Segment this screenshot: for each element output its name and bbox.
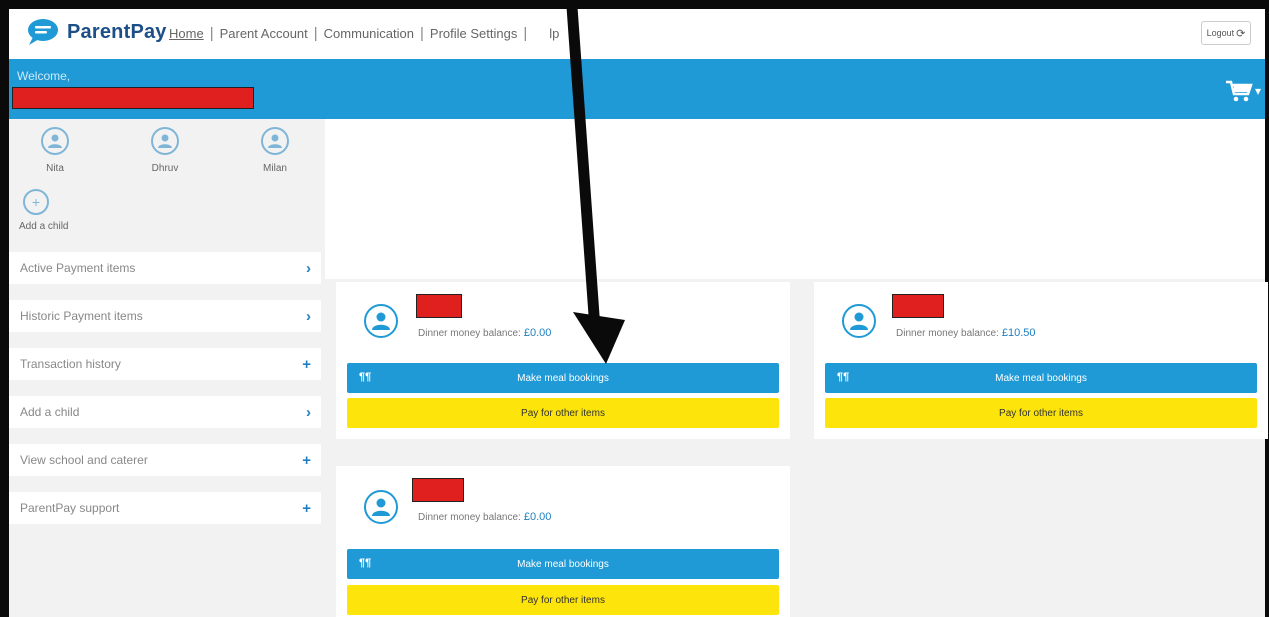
dinner-money-balance: Dinner money balance: £0.00 — [418, 511, 551, 523]
avatar — [151, 127, 179, 155]
top-navbar: ParentPay Home | Parent Account | Commun… — [9, 9, 1265, 59]
dinner-money-balance: Dinner money balance: £10.50 — [896, 327, 1036, 339]
menu-label: View school and caterer — [20, 453, 148, 467]
menu-label: Active Payment items — [20, 261, 136, 275]
menu-active-payment-items[interactable]: Active Payment items › — [9, 252, 321, 284]
shopping-cart-icon — [1225, 80, 1253, 102]
screenshot-frame-top — [0, 0, 1269, 9]
pay-for-other-items-button[interactable]: Pay for other items — [347, 398, 779, 428]
menu-parentpay-support[interactable]: ParentPay support + — [9, 492, 321, 524]
user-icon — [372, 498, 390, 516]
nav-home[interactable]: Home — [169, 26, 204, 41]
child-card: Dinner money balance: £0.00 ¶¶ Make meal … — [336, 466, 790, 617]
brand-name: ParentPay — [67, 20, 167, 43]
pay-for-other-items-button[interactable]: Pay for other items — [825, 398, 1257, 428]
cutlery-icon: ¶¶ — [837, 371, 850, 383]
user-icon — [48, 134, 62, 148]
logout-icon: ⟳ — [1236, 27, 1246, 40]
button-label: Pay for other items — [521, 407, 605, 419]
cutlery-icon: ¶¶ — [359, 371, 372, 383]
balance-amount: £10.50 — [1001, 327, 1036, 339]
plus-icon: + — [302, 499, 311, 517]
user-icon — [158, 134, 172, 148]
avatar — [261, 127, 289, 155]
main-content: Nita Dhruv Milan + Add a child Active Pa… — [9, 119, 1268, 617]
menu-label: Add a child — [20, 405, 80, 419]
menu-label: ParentPay support — [20, 501, 120, 515]
add-child-label: Add a child — [19, 221, 69, 232]
child-nita[interactable]: Nita — [25, 127, 85, 174]
balance-amount: £0.00 — [523, 511, 552, 523]
parentpay-logo[interactable]: ParentPay — [25, 17, 167, 47]
logout-label: Logout — [1206, 28, 1235, 38]
screenshot-frame-left — [0, 0, 9, 617]
chevron-right-icon: › — [306, 307, 311, 325]
child-name: Dhruv — [151, 163, 179, 174]
nav-profile-settings[interactable]: Profile Settings — [430, 26, 517, 41]
child-card: Dinner money balance: £10.50 ¶¶ Make meal… — [814, 282, 1268, 439]
button-label: Make meal bookings — [995, 372, 1087, 384]
add-child-shortcut[interactable]: + Add a child — [19, 189, 68, 232]
nav-help[interactable]: lp — [549, 26, 559, 41]
balance-label: Dinner money balance: — [896, 328, 999, 339]
redacted-child-name — [412, 478, 464, 502]
menu-transaction-history[interactable]: Transaction history + — [9, 348, 321, 380]
avatar — [842, 304, 876, 338]
nav-separator: | — [523, 25, 528, 42]
dinner-money-balance: Dinner money balance: £0.00 — [418, 327, 551, 339]
balance-label: Dinner money balance: — [418, 328, 521, 339]
menu-view-school-and-caterer[interactable]: View school and caterer + — [9, 444, 321, 476]
user-icon — [268, 134, 282, 148]
menu-historic-payment-items[interactable]: Historic Payment items › — [9, 300, 321, 332]
child-dhruv[interactable]: Dhruv — [135, 127, 195, 174]
button-label: Pay for other items — [999, 407, 1083, 419]
user-icon — [372, 312, 390, 330]
main-nav: Home | Parent Account | Communication | … — [169, 25, 559, 42]
child-milan[interactable]: Milan — [245, 127, 305, 174]
nav-communication[interactable]: Communication — [324, 26, 414, 41]
basket-button[interactable]: ▾ — [1225, 79, 1261, 103]
logout-button[interactable]: Logout ⟳ — [1201, 21, 1251, 45]
user-icon — [850, 312, 868, 330]
chevron-right-icon: › — [306, 259, 311, 277]
child-card: Dinner money balance: £0.00 ¶¶ Make meal … — [336, 282, 790, 439]
speech-bubble-logo-icon — [28, 19, 58, 45]
nav-separator: | — [209, 25, 214, 42]
avatar — [364, 490, 398, 524]
plus-icon: + — [302, 451, 311, 469]
menu-label: Historic Payment items — [20, 309, 143, 323]
make-meal-bookings-button[interactable]: ¶¶ Make meal bookings — [347, 549, 779, 579]
balance-label: Dinner money balance: — [418, 512, 521, 523]
menu-add-a-child[interactable]: Add a child › — [9, 396, 321, 428]
button-label: Make meal bookings — [517, 558, 609, 570]
pay-for-other-items-button[interactable]: Pay for other items — [347, 585, 779, 615]
child-name: Nita — [46, 163, 64, 174]
chevron-down-icon: ▾ — [1254, 84, 1261, 98]
plus-icon: + — [302, 355, 311, 373]
balance-amount: £0.00 — [523, 327, 552, 339]
button-label: Make meal bookings — [517, 372, 609, 384]
make-meal-bookings-button[interactable]: ¶¶ Make meal bookings — [347, 363, 779, 393]
chevron-right-icon: › — [306, 403, 311, 421]
child-name: Milan — [263, 163, 287, 174]
redacted-username — [12, 87, 254, 109]
nav-separator: | — [420, 25, 424, 42]
welcome-text: Welcome, — [17, 69, 71, 83]
children-panel: Nita Dhruv Milan + Add a child — [9, 119, 325, 249]
welcome-banner: Welcome, ▾ — [9, 59, 1265, 119]
redacted-child-name — [892, 294, 944, 318]
nav-parent-account[interactable]: Parent Account — [220, 26, 308, 41]
nav-separator: | — [313, 25, 318, 42]
redacted-child-name — [416, 294, 462, 318]
plus-icon: + — [23, 189, 49, 215]
avatar — [41, 127, 69, 155]
avatar — [364, 304, 398, 338]
make-meal-bookings-button[interactable]: ¶¶ Make meal bookings — [825, 363, 1257, 393]
menu-label: Transaction history — [20, 357, 121, 371]
button-label: Pay for other items — [521, 594, 605, 606]
content-header-area — [325, 119, 1265, 279]
cutlery-icon: ¶¶ — [359, 557, 372, 569]
